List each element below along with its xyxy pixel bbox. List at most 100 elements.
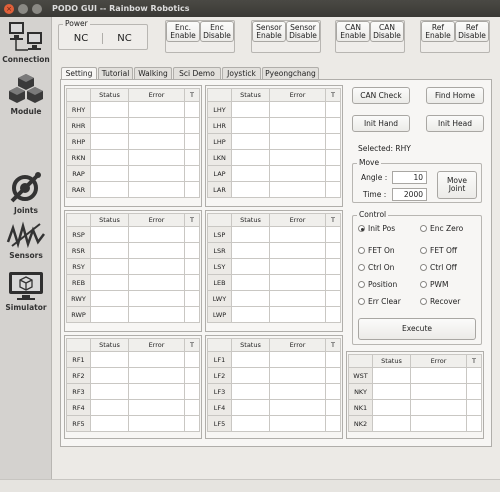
table-row[interactable]: REB [66, 274, 200, 291]
table-row[interactable]: RWP [66, 306, 200, 323]
move-joint-button[interactable]: Move Joint [437, 171, 477, 199]
can-disable-button[interactable]: CAN Disable [370, 21, 404, 42]
table-row[interactable]: NK2 [348, 415, 482, 432]
joint-name: NK1 [348, 399, 373, 416]
table-row[interactable]: RF1 [66, 351, 200, 368]
selected-joint-label: Selected: RHY [358, 144, 411, 153]
table-row[interactable]: LKN [207, 149, 341, 166]
joint-name: LWP [207, 306, 232, 323]
sidebar-item-simulator[interactable]: Simulator [0, 270, 52, 312]
table-row[interactable]: RSY [66, 258, 200, 275]
tab-sci-demo[interactable]: Sci Demo [173, 67, 221, 79]
table-row[interactable]: NK1 [348, 399, 482, 416]
radio-ctrl-on[interactable]: Ctrl On [358, 263, 394, 272]
radio-init-pos[interactable]: Init Pos [358, 224, 395, 233]
table-row[interactable]: LWY [207, 290, 341, 307]
ref-disable-button[interactable]: Ref Disable [455, 21, 489, 42]
table-row[interactable]: RHP [66, 133, 200, 150]
table-row[interactable]: LF4 [207, 399, 341, 416]
table-row[interactable]: LWP [207, 306, 341, 323]
tab-walking[interactable]: Walking [134, 67, 172, 79]
table-row[interactable]: LHR [207, 117, 341, 134]
table-row[interactable]: RAP [66, 165, 200, 182]
table-row[interactable]: RWY [66, 290, 200, 307]
table-row[interactable]: LAP [207, 165, 341, 182]
radio-ctrl-off[interactable]: Ctrl Off [420, 263, 457, 272]
sidebar-item-connection[interactable]: Connection [0, 20, 52, 64]
close-window-button[interactable]: × [4, 3, 14, 14]
error-cell [128, 133, 185, 150]
enc-disable-button[interactable]: Enc Disable [200, 21, 234, 42]
table-row[interactable]: LHP [207, 133, 341, 150]
can-enable-button[interactable]: CAN Enable [336, 21, 370, 42]
status-cell [231, 181, 270, 198]
sensor-disable-button[interactable]: Sensor Disable [286, 21, 320, 42]
radio-fet-off[interactable]: FET Off [420, 246, 457, 255]
table-row[interactable]: RF2 [66, 367, 200, 384]
table-row[interactable]: LSP [207, 226, 341, 243]
status-cell [231, 415, 270, 432]
table-row[interactable]: LHY [207, 101, 341, 118]
table-row[interactable]: RF5 [66, 415, 200, 432]
table-row[interactable]: RSR [66, 242, 200, 259]
error-cell [128, 242, 185, 259]
tab-joystick[interactable]: Joystick [222, 67, 261, 79]
sidebar-item-joints[interactable]: Joints [0, 171, 52, 215]
can-check-button[interactable]: CAN Check [352, 87, 410, 104]
joint-name: LF4 [207, 399, 232, 416]
execute-button[interactable]: Execute [358, 318, 476, 340]
joint-name: LKN [207, 149, 232, 166]
enc-enable-button[interactable]: Enc. Enable [166, 21, 200, 42]
sidebar-item-module[interactable]: Module [0, 72, 52, 116]
minimize-window-button[interactable] [18, 3, 28, 14]
table-row[interactable]: LF1 [207, 351, 341, 368]
table-row[interactable]: LSY [207, 258, 341, 275]
table-row[interactable]: RHY [66, 101, 200, 118]
radio-enc-zero[interactable]: Enc Zero [420, 224, 463, 233]
angle-input[interactable]: 10 [392, 171, 427, 184]
joint-name: RAR [66, 181, 91, 198]
table-row[interactable]: NKY [348, 383, 482, 400]
radio-indicator [420, 264, 427, 271]
status-cell [231, 383, 270, 400]
table-row[interactable]: RHR [66, 117, 200, 134]
table-row[interactable]: LEB [207, 274, 341, 291]
find-home-button[interactable]: Find Home [426, 87, 484, 104]
table-row[interactable]: RF3 [66, 383, 200, 400]
power-status-left: NC [73, 33, 89, 44]
table-row[interactable]: LAR [207, 181, 341, 198]
radio-label: Position [368, 280, 398, 289]
radio-pwm[interactable]: PWM [420, 280, 448, 289]
ref-enable-button[interactable]: Ref Enable [421, 21, 455, 42]
table-row[interactable]: WST [348, 367, 482, 384]
radio-label: Init Pos [368, 224, 396, 233]
t-cell [466, 383, 482, 400]
radio-fet-on[interactable]: FET On [358, 246, 395, 255]
title-bar: × PODO GUI -- Rainbow Robotics [0, 0, 500, 17]
time-input[interactable]: 2000 [392, 188, 427, 201]
init-head-button[interactable]: Init Head [426, 115, 484, 132]
tab-tutorial[interactable]: Tutorial [98, 67, 133, 79]
error-cell [410, 415, 467, 432]
table-row[interactable]: RKN [66, 149, 200, 166]
table-row[interactable]: LF3 [207, 383, 341, 400]
table-row[interactable]: LF5 [207, 415, 341, 432]
header-error: Error [410, 354, 467, 368]
error-cell [269, 133, 326, 150]
maximize-window-button[interactable] [32, 3, 42, 14]
radio-recover[interactable]: Recover [420, 297, 460, 306]
table-row[interactable]: LSR [207, 242, 341, 259]
table-row[interactable]: RF4 [66, 399, 200, 416]
sidebar-item-sensors[interactable]: Sensors [0, 220, 52, 260]
table-row[interactable]: RAR [66, 181, 200, 198]
table-row[interactable]: LF2 [207, 367, 341, 384]
error-cell [269, 181, 326, 198]
table-row[interactable]: RSP [66, 226, 200, 243]
status-cell [372, 399, 411, 416]
sensor-enable-button[interactable]: Sensor Enable [252, 21, 286, 42]
t-cell [325, 101, 341, 118]
radio-position[interactable]: Position [358, 280, 397, 289]
init-hand-button[interactable]: Init Hand [352, 115, 410, 132]
radio-err-clear[interactable]: Err Clear [358, 297, 401, 306]
tab-pyeongchang[interactable]: Pyeongchang [262, 67, 319, 79]
